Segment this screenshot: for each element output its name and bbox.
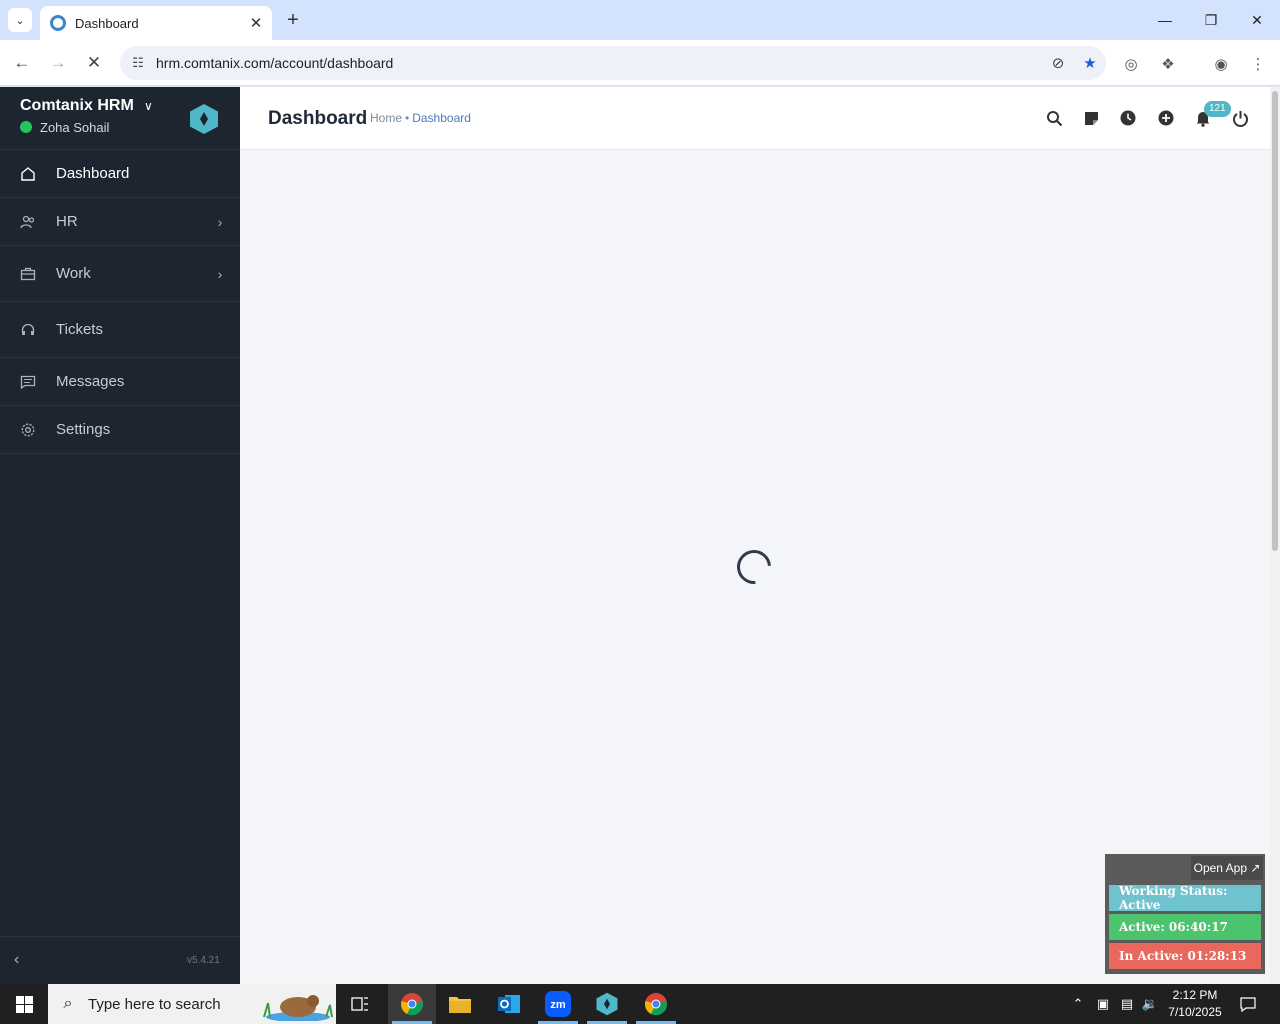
- minimize-button[interactable]: —: [1142, 0, 1188, 40]
- clock-date: 7/10/2025: [1168, 1005, 1222, 1019]
- sidebar: Comtanix HRM ∨ Zoha Sohail Dashboard HR …: [0, 87, 240, 984]
- add-circle-icon[interactable]: [1155, 107, 1177, 129]
- task-view-icon[interactable]: [336, 984, 384, 1024]
- notifications-icon[interactable]: [1234, 984, 1262, 1024]
- chrome-profile-taskbar-icon[interactable]: [632, 984, 680, 1024]
- home-icon: [0, 166, 56, 182]
- user-name: Zoha Sohail: [40, 120, 110, 135]
- start-button[interactable]: [0, 984, 48, 1024]
- windows-logo-icon: [15, 995, 33, 1013]
- app-area: Comtanix HRM ∨ Zoha Sohail Dashboard HR …: [0, 87, 1270, 984]
- message-icon: [0, 374, 56, 390]
- restore-button[interactable]: ❐: [1188, 0, 1234, 40]
- sidebar-item-label: Work: [56, 265, 91, 282]
- new-tab-button[interactable]: +: [282, 8, 304, 32]
- close-tab-icon[interactable]: ✕: [246, 14, 266, 32]
- volume-icon[interactable]: 🔉: [1140, 984, 1160, 1024]
- chevron-down-icon: ⌄: [15, 14, 25, 27]
- briefcase-icon: [0, 266, 56, 282]
- search-icon: ⌕: [63, 995, 73, 1012]
- sidebar-item-dashboard[interactable]: Dashboard: [0, 149, 240, 198]
- online-status-icon: [20, 121, 32, 133]
- app-version: v5.4.21: [187, 955, 220, 966]
- browser-tab-strip: ⌄ Dashboard ✕ + — ❐ ✕: [0, 0, 1280, 40]
- profile-icon[interactable]: ◉: [1209, 52, 1233, 76]
- sidebar-item-label: Messages: [56, 373, 125, 390]
- breadcrumb-current: Dashboard: [412, 111, 471, 125]
- browser-tab[interactable]: Dashboard ✕: [40, 6, 272, 40]
- tray-overflow-icon[interactable]: ⌃: [1068, 984, 1088, 1024]
- collapse-sidebar-icon[interactable]: ‹: [14, 951, 19, 969]
- sidebar-item-tickets[interactable]: Tickets: [0, 301, 240, 358]
- page-scrollbar[interactable]: [1270, 87, 1280, 984]
- tab-search-button[interactable]: ⌄: [8, 8, 32, 32]
- zoom-icon[interactable]: zm: [534, 984, 582, 1024]
- search-icon[interactable]: [1043, 107, 1065, 129]
- sidebar-item-settings[interactable]: Settings: [0, 405, 240, 454]
- sidebar-item-label: Tickets: [56, 321, 103, 338]
- svg-text:zm: zm: [550, 999, 566, 1011]
- scrollbar-thumb[interactable]: [1272, 91, 1278, 551]
- clock-icon[interactable]: [1117, 107, 1139, 129]
- chrome-taskbar-icon[interactable]: [388, 984, 436, 1024]
- comtanix-taskbar-icon[interactable]: [583, 984, 631, 1024]
- breadcrumb-home[interactable]: Home: [370, 111, 402, 125]
- users-icon: [0, 214, 56, 230]
- app-logo-icon: [190, 104, 218, 134]
- url-text[interactable]: hrm.comtanix.com/account/dashboard: [156, 55, 1042, 71]
- translate-icon[interactable]: ◎: [1119, 52, 1143, 76]
- chevron-right-icon: ›: [217, 265, 223, 282]
- taskbar-clock[interactable]: 2:12 PM 7/10/2025: [1160, 987, 1230, 1021]
- close-window-button[interactable]: ✕: [1234, 0, 1280, 40]
- brand-name[interactable]: Comtanix HRM: [20, 97, 134, 115]
- tab-title: Dashboard: [75, 15, 139, 31]
- address-bar[interactable]: ☷ hrm.comtanix.com/account/dashboard ⊘ ★: [120, 46, 1106, 80]
- sidebar-item-messages[interactable]: Messages: [0, 357, 240, 406]
- browser-toolbar: ← → ✕ ☷ hrm.comtanix.com/account/dashboa…: [0, 40, 1280, 86]
- page-header: Dashboard Home • Dashboard 121: [240, 87, 1270, 150]
- time-tracker-widget: Open App ↗ Working Status: Active Active…: [1105, 854, 1265, 974]
- capybara-illustration-icon: [263, 995, 333, 1021]
- gear-icon: [0, 422, 56, 438]
- inactive-time: In Active: 01:28:13: [1109, 943, 1261, 969]
- network-icon[interactable]: ▤: [1116, 984, 1138, 1024]
- bookmark-star-icon[interactable]: ★: [1074, 54, 1106, 72]
- sidebar-item-label: Settings: [56, 421, 111, 438]
- sidebar-item-label: Dashboard: [56, 165, 130, 182]
- menu-icon[interactable]: ⋮: [1246, 52, 1270, 76]
- taskbar-search[interactable]: ⌕ Type here to search: [48, 984, 336, 1024]
- sidebar-footer: ‹ v5.4.21: [0, 936, 240, 984]
- site-info-icon[interactable]: ☷: [120, 55, 156, 71]
- breadcrumb-separator: •: [405, 111, 410, 125]
- working-status: Working Status: Active: [1109, 884, 1261, 912]
- loading-spinner: [730, 543, 778, 591]
- breadcrumb: Home • Dashboard: [370, 111, 471, 125]
- page-title: Dashboard: [268, 108, 368, 129]
- tracking-protection-icon[interactable]: ⊘: [1042, 54, 1074, 72]
- headset-icon: [0, 322, 56, 338]
- sidebar-item-label: HR: [56, 213, 78, 230]
- security-tray-icon[interactable]: ▣: [1092, 984, 1114, 1024]
- chevron-down-icon[interactable]: ∨: [144, 99, 153, 113]
- notification-badge: 121: [1204, 101, 1231, 117]
- clock-time: 2:12 PM: [1172, 988, 1218, 1002]
- power-icon[interactable]: [1229, 107, 1251, 129]
- open-app-button[interactable]: Open App ↗: [1191, 856, 1263, 880]
- stop-loading-button[interactable]: ✕: [81, 50, 107, 76]
- favicon-icon: [50, 15, 66, 31]
- back-button[interactable]: ←: [9, 50, 35, 76]
- search-placeholder: Type here to search: [88, 995, 221, 1013]
- sticky-note-icon[interactable]: [1080, 107, 1102, 129]
- sidebar-item-work[interactable]: Work ›: [0, 245, 240, 302]
- outlook-icon[interactable]: [485, 984, 533, 1024]
- extensions-icon[interactable]: ❖: [1156, 52, 1180, 76]
- sidebar-item-hr[interactable]: HR ›: [0, 197, 240, 246]
- active-time: Active: 06:40:17: [1109, 914, 1261, 940]
- taskbar: ⌕ Type here to search zm ⌃ ▣ ▤ 🔉 2:12 PM…: [0, 984, 1280, 1024]
- chevron-right-icon: ›: [217, 213, 223, 230]
- file-explorer-icon[interactable]: [436, 984, 484, 1024]
- forward-button[interactable]: →: [45, 50, 71, 76]
